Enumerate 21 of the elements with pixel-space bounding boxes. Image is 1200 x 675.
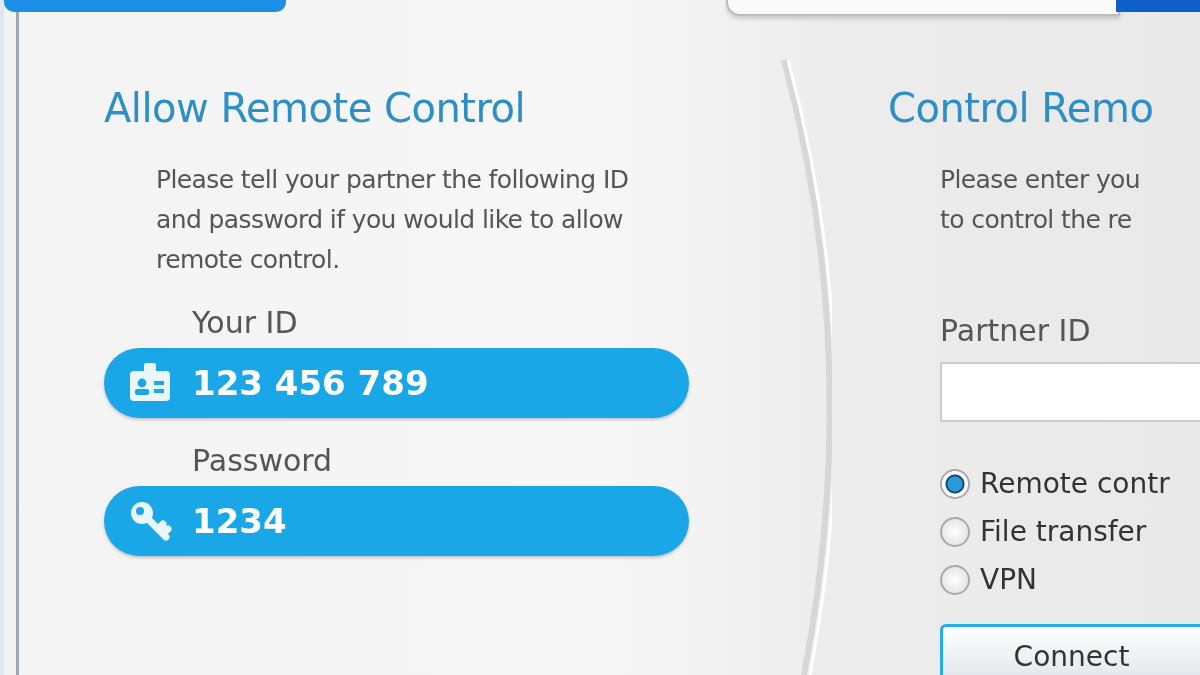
tab[interactable] (726, 0, 1120, 16)
radio-button[interactable] (940, 517, 970, 547)
radio-label[interactable]: VPN (980, 558, 1037, 602)
instruction-text: Please enter you (940, 164, 1142, 196)
partner-id-field[interactable] (940, 362, 1200, 422)
field-label: Password (192, 442, 334, 480)
tab[interactable] (1116, 0, 1200, 12)
field-label: Your ID (192, 304, 299, 342)
credential-value: 123 456 789 (192, 363, 429, 403)
radio-label[interactable]: Remote contr (980, 462, 1170, 506)
instruction-text: to control the re (940, 204, 1133, 236)
section-title: Allow Remote Control (104, 84, 527, 133)
section-title: Control Remo (888, 84, 1155, 133)
radio-label[interactable]: File transfer (980, 510, 1147, 554)
connect-button[interactable]: Connect (940, 624, 1200, 675)
field-label: Partner ID (940, 312, 1092, 350)
radio-button[interactable] (940, 469, 970, 499)
tab[interactable] (4, 0, 286, 12)
credential-value: 1234 (192, 501, 287, 541)
instruction-text: Please tell your partner the following ID and password if you would like to allow remote control. (156, 164, 630, 276)
radio-button[interactable] (940, 565, 970, 595)
